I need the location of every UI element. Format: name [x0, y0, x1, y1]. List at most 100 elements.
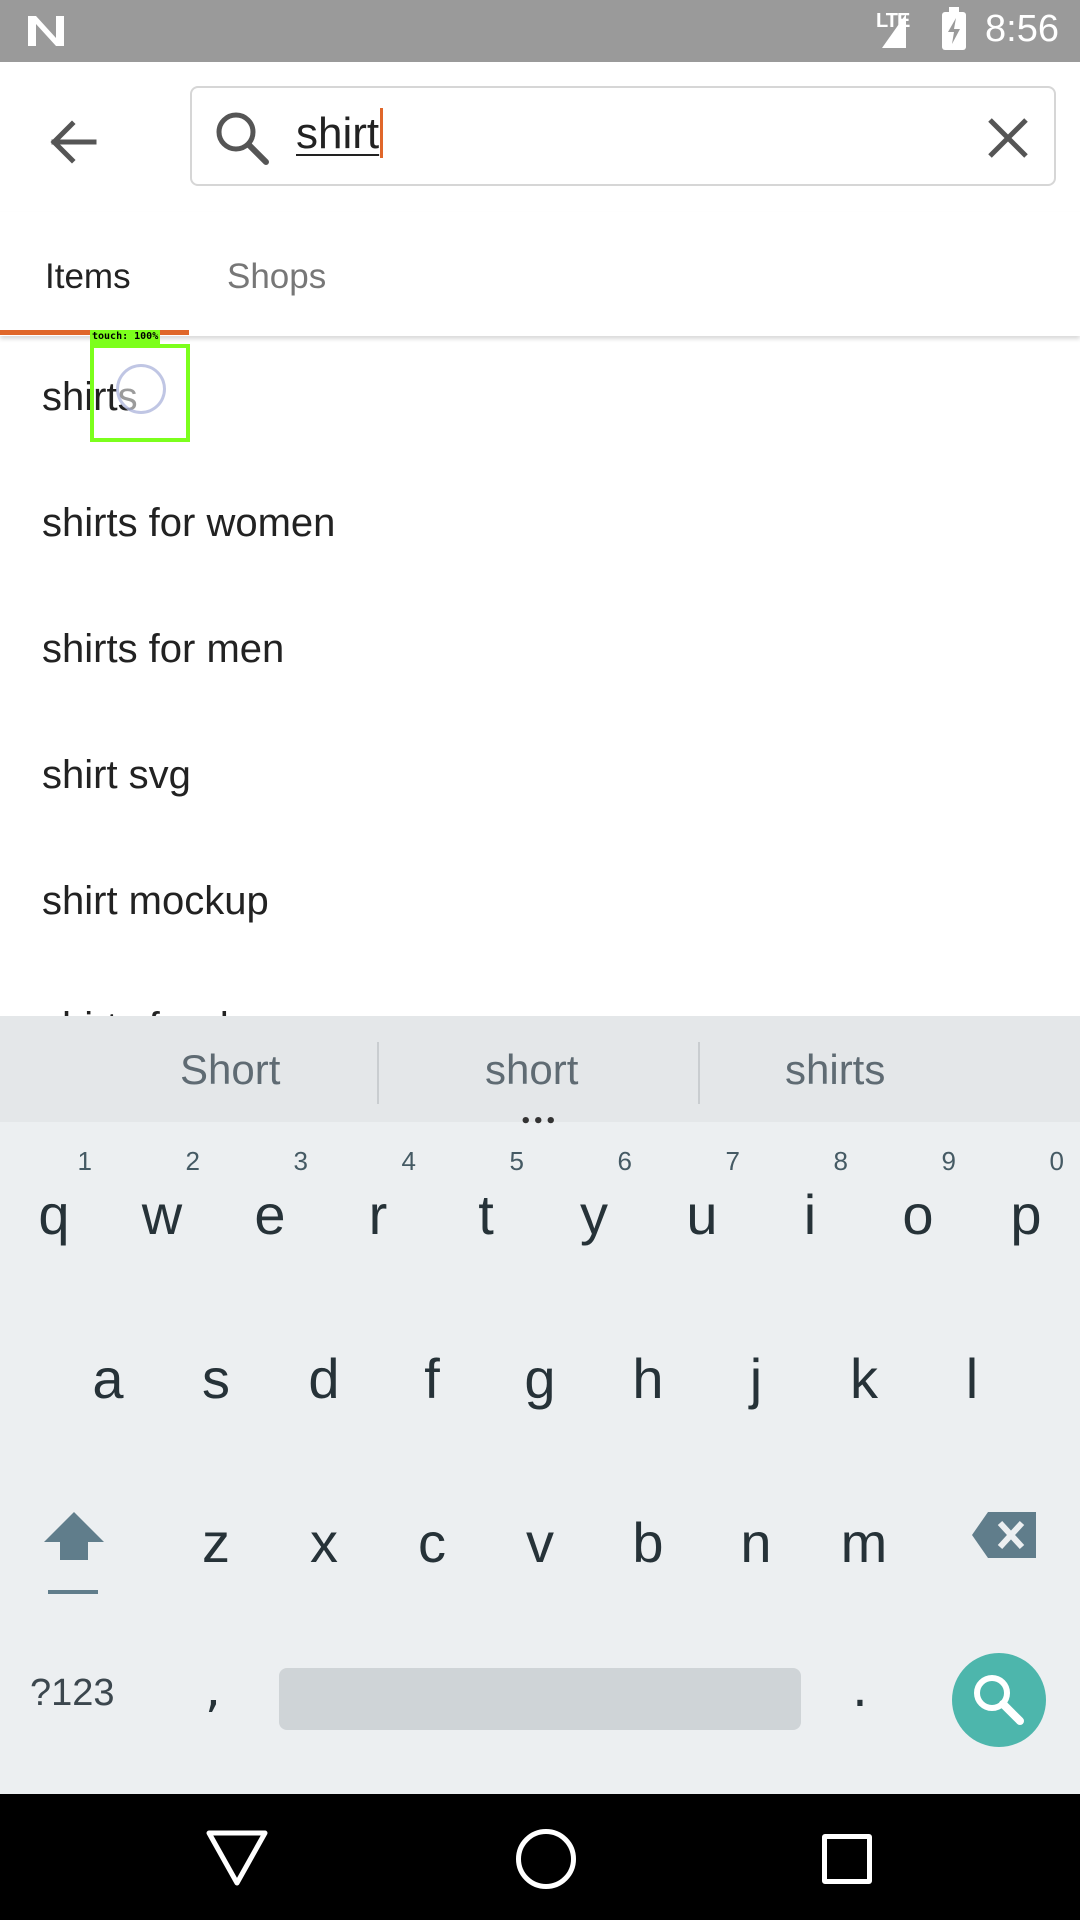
key-e[interactable]: 3e [220, 1140, 320, 1280]
key-number-hint: 5 [509, 1146, 524, 1176]
key-x[interactable]: x [274, 1468, 374, 1608]
key-label: a [92, 1347, 124, 1410]
key-label: u [686, 1183, 718, 1246]
text-caret [380, 108, 384, 158]
key-c[interactable]: c [382, 1468, 482, 1608]
tab-items[interactable]: Items [45, 257, 131, 297]
key-l[interactable]: l [922, 1304, 1022, 1444]
signal-icon [882, 14, 906, 48]
keyboard-suggestion-strip: Short short shirts ••• [0, 1016, 1080, 1132]
key-y[interactable]: 6y [544, 1140, 644, 1280]
suggestion-item[interactable]: shirt svg [42, 712, 1042, 838]
key-h[interactable]: h [598, 1304, 698, 1444]
key-number-hint: 0 [1049, 1146, 1064, 1176]
key-j[interactable]: j [706, 1304, 806, 1444]
key-number-hint: 2 [185, 1146, 200, 1176]
key-label: g [524, 1347, 556, 1410]
key-number-hint: 3 [293, 1146, 308, 1176]
key-label: v [526, 1511, 554, 1574]
divider [377, 1042, 379, 1104]
key-label: b [632, 1511, 664, 1574]
key-label: h [632, 1347, 664, 1410]
key-v[interactable]: v [490, 1468, 590, 1608]
key-label: r [368, 1183, 388, 1246]
key-s[interactable]: s [166, 1304, 266, 1444]
suggestion-item[interactable]: shirts [42, 336, 1042, 460]
key-label: o [902, 1183, 934, 1246]
shift-icon[interactable] [42, 1508, 106, 1598]
notification-n-icon [28, 16, 64, 46]
key-t[interactable]: 5t [436, 1140, 536, 1280]
key-label: e [254, 1183, 286, 1246]
key-q[interactable]: 1q [4, 1140, 104, 1280]
suggestion-item[interactable]: shirts for men [42, 586, 1042, 712]
suggestion-item[interactable]: shirt mockup [42, 838, 1042, 964]
key-label: d [308, 1347, 340, 1410]
key-label: y [580, 1183, 608, 1246]
key-i[interactable]: 8i [760, 1140, 860, 1280]
key-label: c [418, 1511, 446, 1574]
search-icon [216, 112, 269, 165]
key-n[interactable]: n [706, 1468, 806, 1608]
key-m[interactable]: m [814, 1468, 914, 1608]
key-d[interactable]: d [274, 1304, 374, 1444]
tab-shops[interactable]: Shops [227, 257, 326, 297]
keyboard-suggestion[interactable]: shirts [785, 1046, 885, 1094]
key-label: n [740, 1511, 772, 1574]
key-b[interactable]: b [598, 1468, 698, 1608]
key-g[interactable]: g [490, 1304, 590, 1444]
key-label: t [478, 1183, 494, 1246]
close-icon[interactable] [980, 110, 1036, 166]
key-number-hint: 4 [401, 1146, 416, 1176]
key-k[interactable]: k [814, 1304, 914, 1444]
key-label: i [803, 1183, 817, 1246]
nav-back-icon[interactable] [205, 1829, 269, 1887]
key-u[interactable]: 7u [652, 1140, 752, 1280]
search-input[interactable]: shirt [296, 108, 384, 159]
key-number-hint: 1 [77, 1146, 92, 1176]
key-label: p [1010, 1183, 1042, 1246]
search-icon [974, 1675, 1024, 1725]
search-field[interactable]: shirt [190, 86, 1056, 186]
comma-key[interactable]: , [205, 1660, 221, 1718]
key-a[interactable]: a [58, 1304, 158, 1444]
arrow-left-icon[interactable] [38, 107, 108, 177]
search-action-key[interactable] [952, 1653, 1046, 1747]
key-label: w [141, 1183, 183, 1246]
key-label: j [749, 1347, 763, 1410]
status-time: 8:56 [985, 8, 1059, 50]
keyboard-suggestion[interactable]: Short [180, 1046, 280, 1094]
suggestion-item[interactable]: shirts for dogs [42, 964, 1042, 1016]
symbols-key[interactable]: ?123 [30, 1672, 115, 1715]
more-suggestions-icon[interactable]: ••• [520, 1111, 558, 1132]
key-f[interactable]: f [382, 1304, 482, 1444]
key-label: x [310, 1511, 338, 1574]
search-header: shirt [0, 62, 1080, 212]
key-p[interactable]: 0p [976, 1140, 1076, 1280]
key-o[interactable]: 9o [868, 1140, 968, 1280]
touch-indicator-label: touch: 100% [90, 330, 161, 344]
space-key[interactable] [279, 1668, 801, 1730]
result-tabs: Items Shops [0, 212, 1080, 336]
key-label: z [202, 1511, 230, 1574]
suggestion-item[interactable]: shirts for women [42, 460, 1042, 586]
keyboard-suggestion[interactable]: short [485, 1046, 578, 1094]
key-number-hint: 8 [833, 1146, 848, 1176]
key-z[interactable]: z [166, 1468, 266, 1608]
period-key[interactable]: . [852, 1660, 868, 1718]
key-number-hint: 9 [941, 1146, 956, 1176]
key-number-hint: 6 [617, 1146, 632, 1176]
backspace-icon[interactable] [970, 1510, 1040, 1560]
key-label: q [38, 1183, 70, 1246]
key-label: s [202, 1347, 230, 1410]
key-label: f [424, 1347, 440, 1410]
divider [698, 1042, 700, 1104]
key-label: m [840, 1511, 888, 1574]
bolt-icon [948, 18, 960, 44]
key-w[interactable]: 2w [112, 1140, 212, 1280]
key-label: k [850, 1347, 878, 1410]
key-number-hint: 7 [725, 1146, 740, 1176]
nav-recents-icon[interactable] [822, 1834, 872, 1884]
nav-home-icon[interactable] [516, 1829, 576, 1889]
key-r[interactable]: 4r [328, 1140, 428, 1280]
